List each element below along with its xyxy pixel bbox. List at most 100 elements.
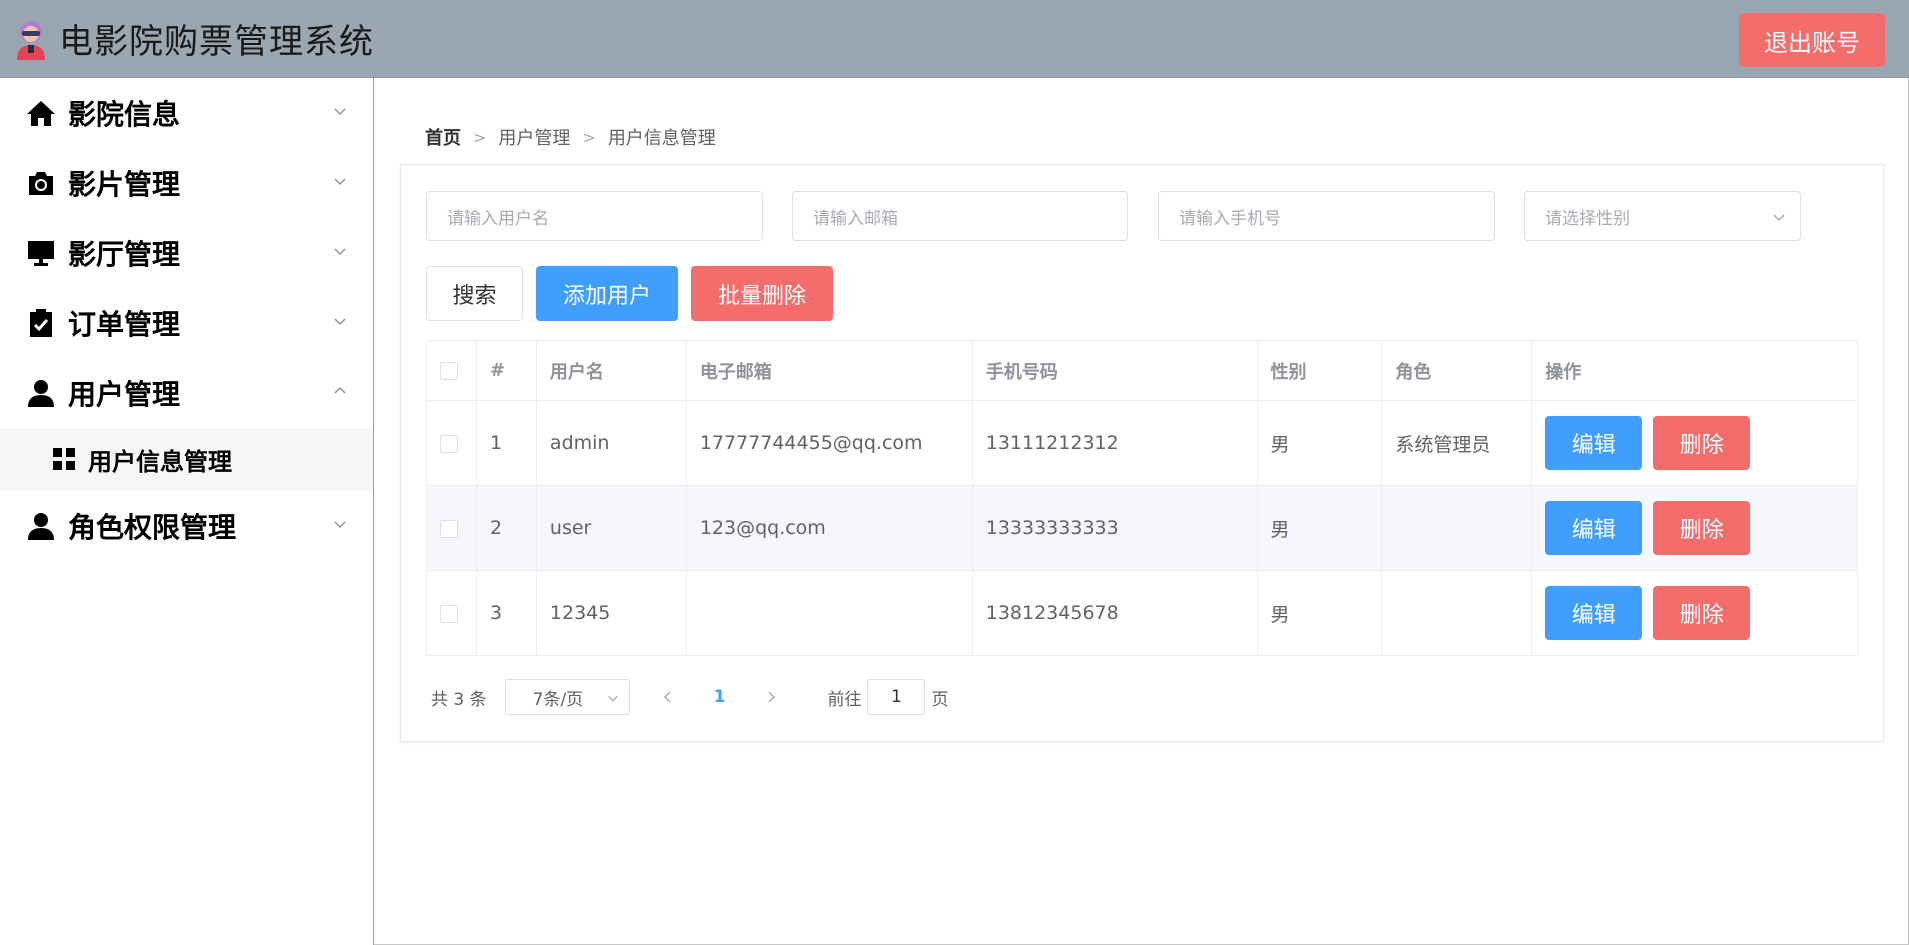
cell-role (1381, 485, 1533, 571)
edit-button[interactable]: 编辑 (1545, 501, 1643, 555)
row-select-cell (426, 570, 477, 656)
app-title: 电影院购票管理系统 (59, 22, 374, 62)
cell-gender: 男 (1256, 485, 1383, 571)
sidebar-item-label: 用户管理 (68, 378, 181, 411)
cell-username: user (535, 485, 687, 571)
monitor-icon (26, 238, 56, 268)
cell-actions: 编辑 删除 (1531, 400, 1858, 486)
column-header: 用户名 (535, 340, 687, 401)
chevron-down-icon (607, 695, 618, 702)
cell-gender: 男 (1256, 400, 1383, 486)
goto-page-input[interactable]: 1 (867, 679, 926, 715)
grid-icon (52, 447, 78, 473)
cell-id: 3 (475, 570, 537, 656)
chevron-up-icon (334, 386, 346, 394)
user-table: # 用户名 电子邮箱 手机号码 性别 角色 操作 1 admin 1777774… (426, 340, 1858, 656)
cell-actions: 编辑 删除 (1531, 485, 1858, 571)
sidebar: 影院信息 影片管理 影厅管理 订单管理 用户管理 用户信息管理 角色权限管理 (0, 78, 374, 945)
breadcrumb-user-info: 用户信息管理 (607, 128, 716, 149)
select-all-checkbox[interactable] (440, 362, 458, 380)
column-header: 角色 (1381, 340, 1533, 401)
cell-role: 系统管理员 (1381, 400, 1533, 486)
chevron-down-icon (334, 178, 346, 186)
sidebar-subitem-label: 用户信息管理 (88, 448, 232, 476)
next-page-icon[interactable] (763, 689, 779, 705)
delete-button[interactable]: 删除 (1653, 586, 1751, 640)
content-panel: 请输入用户名 请输入邮箱 请输入手机号 请选择性别 搜索 添加用户 批量删除 #… (400, 164, 1884, 742)
cell-phone: 13812345678 (971, 570, 1258, 656)
breadcrumb: 首页 > 用户管理 > 用户信息管理 (425, 124, 716, 150)
page-size-value: 7条/页 (532, 689, 584, 710)
delete-button[interactable]: 删除 (1653, 501, 1751, 555)
select-all-cell (426, 340, 477, 401)
edit-button[interactable]: 编辑 (1545, 586, 1643, 640)
gender-select-placeholder: 请选择性别 (1545, 208, 1630, 229)
cell-email: 123@qq.com (685, 485, 973, 571)
sidebar-item-film-management[interactable]: 影片管理 (0, 148, 373, 218)
column-header: 性别 (1256, 340, 1383, 401)
cell-actions: 编辑 删除 (1531, 570, 1858, 656)
breadcrumb-home[interactable]: 首页 (425, 124, 461, 150)
cell-username: 12345 (535, 570, 687, 656)
add-user-button[interactable]: 添加用户 (536, 266, 678, 321)
chevron-right-icon: > (473, 127, 487, 147)
phone-search-input[interactable]: 请输入手机号 (1158, 191, 1495, 241)
pagination: 共 3 条 7条/页 1 前往 1 页 (431, 679, 948, 715)
username-search-input[interactable]: 请输入用户名 (426, 191, 763, 241)
cell-email (685, 570, 973, 656)
row-checkbox[interactable] (440, 434, 458, 453)
batch-delete-button[interactable]: 批量删除 (691, 266, 833, 321)
home-icon (26, 98, 56, 128)
delete-button[interactable]: 删除 (1653, 416, 1751, 470)
logout-button[interactable]: 退出账号 (1739, 13, 1885, 67)
breadcrumb-user-management: 用户管理 (498, 128, 571, 149)
cell-phone: 13111212312 (971, 400, 1258, 486)
goto-label: 前往 (827, 689, 862, 710)
sidebar-item-user-management[interactable]: 用户管理 (0, 358, 373, 428)
clipboard-check-icon (26, 308, 56, 338)
page-size-select[interactable]: 7条/页 (504, 679, 630, 715)
chevron-down-icon (1773, 214, 1785, 222)
top-header: 电影院购票管理系统 退出账号 (0, 0, 1909, 78)
sidebar-item-hall-management[interactable]: 影厅管理 (0, 218, 373, 288)
gender-select[interactable]: 请选择性别 (1524, 191, 1801, 241)
edit-button[interactable]: 编辑 (1545, 416, 1643, 470)
row-checkbox[interactable] (440, 604, 458, 623)
cell-role (1381, 570, 1533, 656)
sidebar-item-role-permission[interactable]: 角色权限管理 (0, 491, 373, 561)
sidebar-item-cinema-info[interactable]: 影院信息 (0, 78, 373, 148)
user-icon (26, 378, 56, 408)
sidebar-item-label: 影片管理 (68, 168, 181, 201)
row-select-cell (426, 400, 477, 486)
total-count: 共 3 条 (431, 689, 487, 710)
sidebar-item-label: 角色权限管理 (68, 511, 237, 544)
page-number-current[interactable]: 1 (714, 687, 726, 707)
cell-id: 2 (475, 485, 537, 571)
cell-email: 17777744455@qq.com (685, 400, 973, 486)
chevron-right-icon: > (582, 127, 596, 147)
table-header-row: # 用户名 电子邮箱 手机号码 性别 角色 操作 (426, 340, 1858, 401)
cell-id: 1 (475, 400, 537, 486)
column-header: 操作 (1531, 340, 1858, 401)
chevron-down-icon (334, 248, 346, 256)
column-header: 电子邮箱 (685, 340, 973, 401)
sidebar-item-label: 影院信息 (68, 98, 181, 131)
column-header: # (475, 340, 537, 401)
avatar-logo-icon (17, 20, 45, 60)
cell-phone: 13333333333 (971, 485, 1258, 571)
sidebar-subitem-user-info[interactable]: 用户信息管理 (0, 428, 373, 491)
prev-page-icon[interactable] (660, 689, 676, 705)
cell-username: admin (535, 400, 687, 486)
cell-gender: 男 (1256, 570, 1383, 656)
row-checkbox[interactable] (440, 519, 458, 538)
sidebar-item-label: 影厅管理 (68, 238, 181, 271)
table-row: 1 admin 17777744455@qq.com 13111212312 男… (426, 400, 1858, 486)
sidebar-item-order-management[interactable]: 订单管理 (0, 288, 373, 358)
goto-suffix: 页 (931, 689, 949, 710)
sidebar-item-label: 订单管理 (68, 308, 181, 341)
search-button[interactable]: 搜索 (426, 266, 523, 321)
column-header: 手机号码 (971, 340, 1258, 401)
email-search-input[interactable]: 请输入邮箱 (792, 191, 1128, 241)
table-row: 3 12345 13812345678 男 编辑 删除 (426, 570, 1858, 656)
chevron-down-icon (334, 521, 346, 529)
